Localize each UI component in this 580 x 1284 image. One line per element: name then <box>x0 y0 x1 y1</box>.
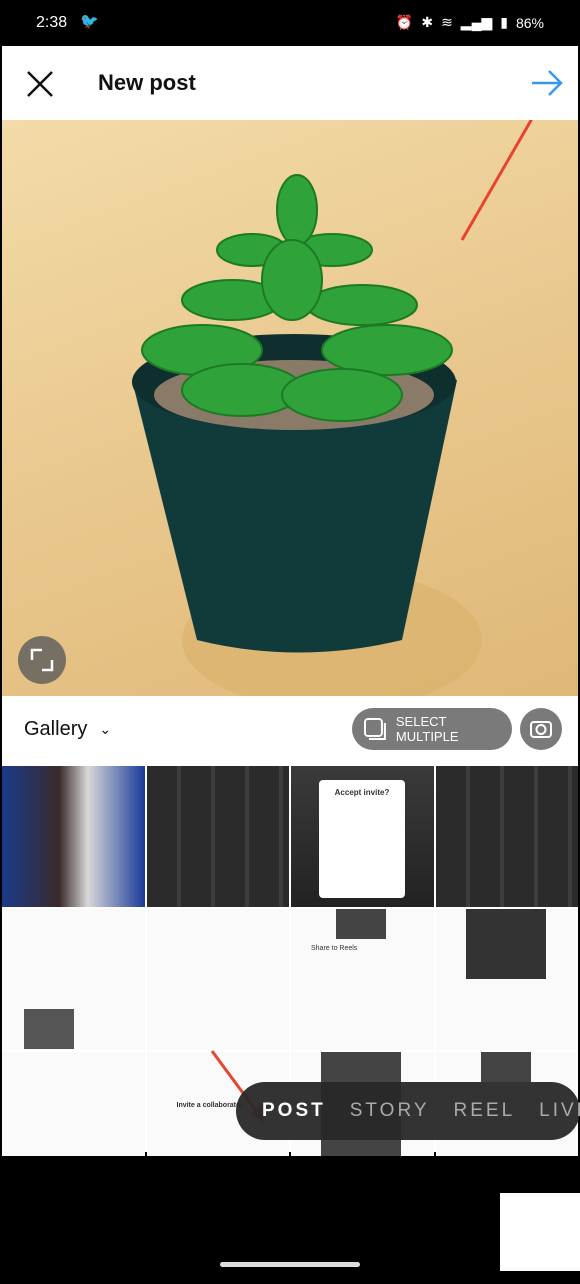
clock: 2:38 <box>36 14 68 31</box>
camera-icon <box>530 721 552 738</box>
status-bar: 2:38 🐦 ⏰ ✱ ≋ ▂▄▆ ▮ 86% <box>0 0 580 46</box>
multiple-select-icon <box>363 718 386 740</box>
gallery-label: Gallery <box>24 718 88 740</box>
gallery-dropdown[interactable]: Gallery ⌄ <box>24 718 111 741</box>
succulent-photo <box>132 120 533 696</box>
expand-icon[interactable] <box>18 636 66 684</box>
alarm-icon: ⏰ <box>395 14 414 30</box>
share-to-reels-text: Share to Reels <box>311 945 358 952</box>
select-multiple-button[interactable]: SELECT MULTIPLE <box>352 708 512 750</box>
close-icon[interactable] <box>24 68 56 100</box>
gallery-thumbnail[interactable]: Share to Reels <box>291 909 434 1050</box>
chevron-down-icon: ⌄ <box>99 721 112 737</box>
mode-reel[interactable]: REEL <box>454 1100 516 1122</box>
gallery-thumbnail[interactable] <box>435 766 578 907</box>
invite-collaborator-text: Invite a collaborator <box>176 1102 244 1109</box>
gallery-thumbnail[interactable] <box>2 909 145 1050</box>
wifi-icon: ≋ <box>441 14 453 30</box>
home-gesture-bar[interactable] <box>220 1262 360 1267</box>
signal-icon: ▂▄▆ <box>460 14 493 30</box>
header: New post <box>2 46 578 120</box>
twitter-icon: 🐦 <box>80 13 99 30</box>
white-block <box>500 1193 580 1271</box>
selected-photo-preview[interactable] <box>2 120 578 696</box>
arrow-right-icon[interactable] <box>530 68 564 98</box>
gallery-thumbnail[interactable]: Accept invite? <box>291 766 434 907</box>
battery-icon: ▮ <box>500 14 508 30</box>
gallery-thumbnail[interactable] <box>146 766 289 907</box>
gallery-thumbnail[interactable] <box>146 909 289 1050</box>
accept-invite-text: Accept invite? <box>319 780 405 898</box>
select-multiple-label: SELECT MULTIPLE <box>395 714 459 744</box>
mode-live[interactable]: LIVE <box>539 1100 580 1122</box>
gallery-thumbnail[interactable] <box>2 1052 145 1156</box>
gallery-toolbar: Gallery ⌄ SELECT MULTIPLE <box>2 696 578 766</box>
battery-level: 86% <box>515 14 544 31</box>
new-post-screen: New post Gallery ⌄ SELECT MULTIPLE Accep… <box>2 46 578 1156</box>
camera-button[interactable] <box>520 708 562 750</box>
mode-story[interactable]: STORY <box>350 1100 430 1122</box>
page-title: New post <box>98 70 196 95</box>
bluetooth-icon: ✱ <box>421 14 434 30</box>
gallery-thumbnail[interactable] <box>435 909 578 1050</box>
camera-mode-selector: POST STORY REEL LIVE <box>236 1082 580 1140</box>
gallery-thumbnail[interactable] <box>2 766 145 907</box>
mode-post[interactable]: POST <box>262 1100 326 1122</box>
